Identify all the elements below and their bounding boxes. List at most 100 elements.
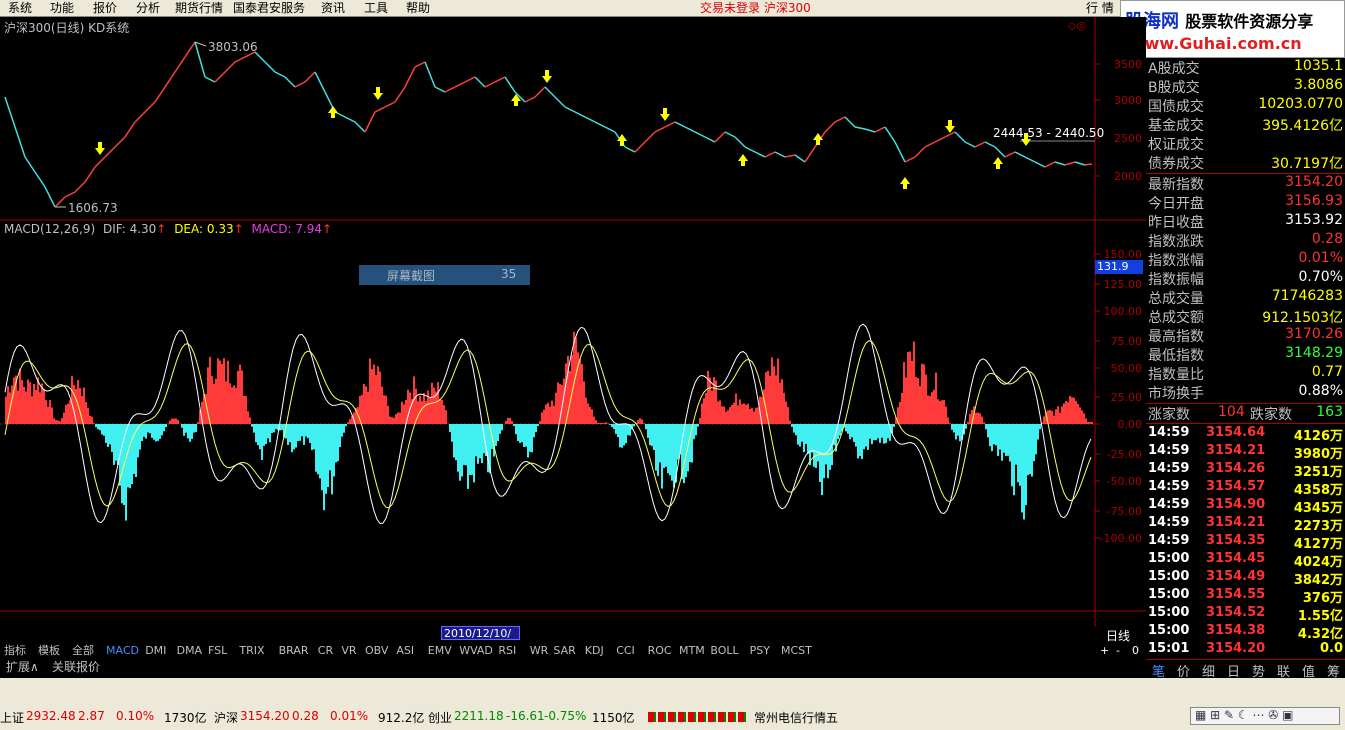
- macd-bar-negative: [531, 424, 533, 453]
- related-quote-button[interactable]: 关联报价: [52, 660, 100, 675]
- macd-bar-negative: [613, 424, 615, 430]
- quote-tab[interactable]: 行 情: [1086, 0, 1114, 16]
- macd-bar-positive: [721, 406, 723, 424]
- macd-bar-negative: [645, 424, 647, 430]
- macd-bar-positive: [443, 405, 445, 424]
- macd-bar-positive: [733, 402, 735, 424]
- indicator-tab-asi[interactable]: ASI: [396, 643, 414, 658]
- index-label: 指数振幅: [1148, 272, 1204, 288]
- macd-bar-positive: [699, 418, 701, 424]
- macd-bar-negative: [1033, 424, 1035, 462]
- expand-button[interactable]: 扩展∧: [6, 660, 39, 675]
- indicator-tab-fsl[interactable]: FSL: [208, 643, 227, 658]
- toolbar-icons[interactable]: ▦ ⊞ ✎ ☾ ⋯ ✇ ▣: [1190, 707, 1340, 725]
- macd-bar-negative: [991, 424, 993, 452]
- macd-bar-negative: [501, 424, 503, 431]
- macd-bar-positive: [581, 364, 583, 424]
- indicator-tab-dmi[interactable]: DMI: [145, 643, 166, 658]
- summary-label: A股成交: [1148, 61, 1200, 77]
- macd-bar-negative: [297, 424, 299, 442]
- macd-bar-negative: [863, 424, 865, 450]
- chart-area[interactable]: 3500 3000 2500 2000 150.00 125.00 100.00 75.00…: [0, 17, 1146, 654]
- macd-bar-negative: [793, 424, 795, 433]
- up-label: 涨家数: [1148, 407, 1190, 423]
- zoom-in-button[interactable]: +: [1100, 644, 1109, 657]
- dif-up-arrow-icon: ↑: [156, 222, 167, 236]
- macd-bar-negative: [533, 424, 535, 438]
- macd-bar-positive: [775, 375, 777, 424]
- macd-bar-negative: [805, 424, 807, 444]
- menu-tools[interactable]: 工具: [364, 0, 388, 16]
- indicator-tab-emv[interactable]: EMV: [428, 643, 452, 658]
- indicator-tab-wvad[interactable]: WVAD: [459, 643, 493, 658]
- macd-bar-positive: [361, 394, 363, 424]
- summary-row: 权证成交: [1146, 134, 1345, 153]
- macd-bar-negative: [331, 424, 333, 495]
- indicator-tab-rsi[interactable]: RSI: [498, 643, 516, 658]
- indicator-tab-obv[interactable]: OBV: [365, 643, 388, 658]
- indicator-tab-kdj[interactable]: KDJ: [585, 643, 604, 658]
- indicator-tab-wr[interactable]: WR: [530, 643, 549, 658]
- macd-bar-positive: [575, 337, 577, 424]
- menu-futures[interactable]: 期货行情: [175, 0, 223, 16]
- macd-bar-positive: [555, 392, 557, 424]
- indicator-tab-指标[interactable]: 指标: [4, 643, 26, 658]
- zoom-out-button[interactable]: -: [1116, 644, 1120, 657]
- menu-system[interactable]: 系统: [8, 0, 32, 16]
- macd-bar-positive: [779, 382, 781, 424]
- indicator-tab-dma[interactable]: DMA: [177, 643, 203, 658]
- macd-bar-positive: [731, 404, 733, 424]
- macd-bar-positive: [371, 369, 373, 424]
- indicator-tab-mtm[interactable]: MTM: [679, 643, 705, 658]
- macd-bar-negative: [857, 424, 859, 459]
- divider: [1146, 423, 1345, 424]
- chart-canvas[interactable]: 3500300025002000 150.00125.00100.0075.00…: [0, 17, 1146, 640]
- indicator-tab-cci[interactable]: CCI: [616, 643, 635, 658]
- menu-quote[interactable]: 报价: [93, 0, 117, 16]
- index-value: 3170.26: [1285, 326, 1343, 342]
- menu-gtja-service[interactable]: 国泰君安服务: [233, 0, 305, 16]
- summary-label: B股成交: [1148, 80, 1200, 96]
- macd-bar-negative: [321, 424, 323, 491]
- menu-analysis[interactable]: 分析: [136, 0, 160, 16]
- indicator-tab-cr[interactable]: CR: [318, 643, 333, 658]
- indicator-tab-boll[interactable]: BOLL: [710, 643, 738, 658]
- period-label[interactable]: 日线: [1106, 627, 1130, 644]
- indicator-tab-trix[interactable]: TRIX: [239, 643, 264, 658]
- macd-bar-positive: [947, 417, 949, 424]
- menu-news[interactable]: 资讯: [321, 0, 345, 16]
- indicator-tab-模板[interactable]: 模板: [38, 643, 60, 658]
- macd-bar-positive: [347, 422, 349, 424]
- menu-help[interactable]: 帮助: [406, 0, 430, 16]
- macd-bar-negative: [193, 424, 195, 433]
- macd-bar-positive: [373, 364, 375, 424]
- macd-bar-negative: [809, 424, 811, 466]
- screenshot-overlay[interactable]: 屏幕截图 35: [359, 265, 530, 285]
- indicator-tab-brar[interactable]: BRAR: [279, 643, 309, 658]
- macd-bar-negative: [291, 424, 293, 453]
- macd-bar-negative: [845, 424, 847, 432]
- zoom-reset-button[interactable]: 0: [1132, 644, 1139, 657]
- indicator-tab-psy[interactable]: PSY: [750, 643, 770, 658]
- macd-bar-positive: [505, 420, 507, 424]
- index-label: 市场换手: [1148, 386, 1204, 402]
- macd-bar-negative: [811, 424, 813, 453]
- menu-function[interactable]: 功能: [50, 0, 74, 16]
- kline-range-label: 2444.53 - 2440.50: [993, 126, 1105, 140]
- summary-label: 基金成交: [1148, 118, 1204, 134]
- kline-options-icon[interactable]: ◇◎: [1068, 19, 1086, 32]
- tick-price: 3154.49: [1206, 569, 1266, 584]
- indicator-tab-vr[interactable]: VR: [341, 643, 356, 658]
- indicator-tab-mcst[interactable]: MCST: [781, 643, 812, 658]
- macd-bar-negative: [989, 424, 991, 447]
- macd-bar-negative: [517, 424, 519, 441]
- indicator-tab-全部[interactable]: 全部: [72, 643, 94, 658]
- indicator-tab-roc[interactable]: ROC: [648, 643, 672, 658]
- tick-price: 3154.64: [1206, 425, 1266, 440]
- macd-bar-negative: [647, 424, 649, 438]
- indicator-tab-macd[interactable]: MACD: [106, 643, 139, 658]
- status-index-name: 上证: [0, 711, 25, 725]
- indicator-tab-sar[interactable]: SAR: [553, 643, 575, 658]
- index-row: 指数量比 0.77: [1146, 364, 1345, 383]
- macd-bar-negative: [165, 424, 167, 428]
